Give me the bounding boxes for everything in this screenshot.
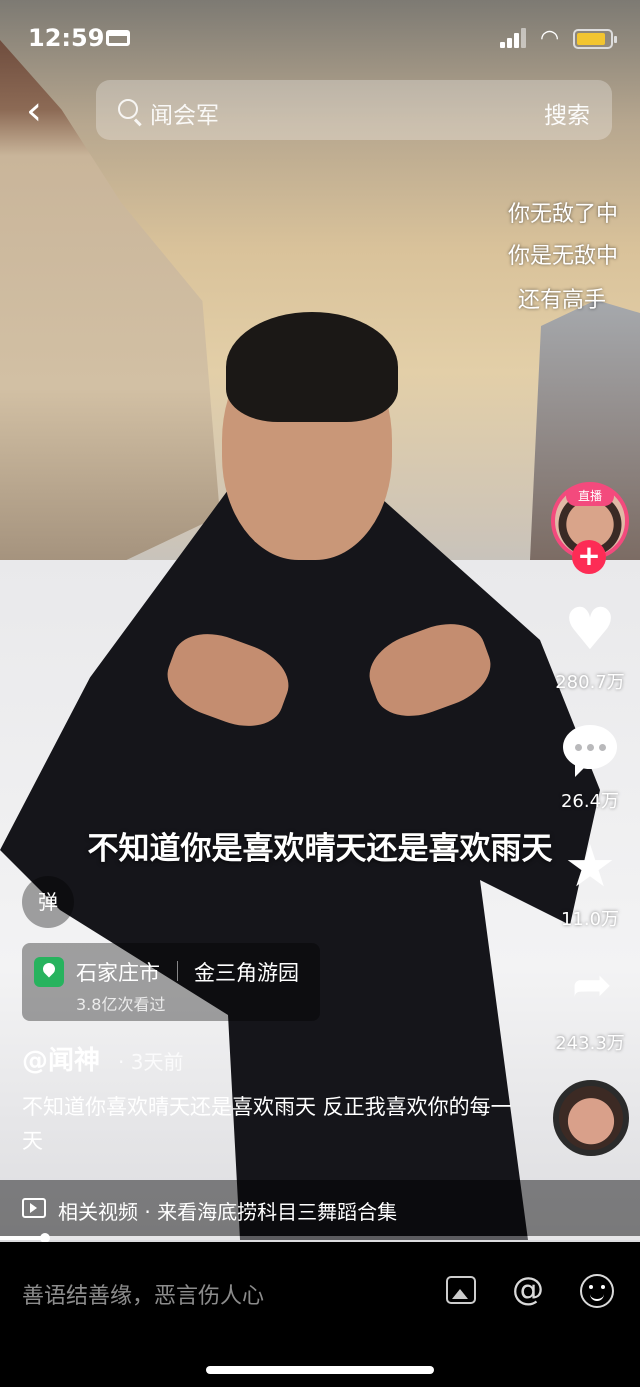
- music-disc[interactable]: [553, 1080, 629, 1156]
- favorite-count: 11.0万: [560, 909, 620, 930]
- video-screen: 12:59 ◠ ‹ 闻会军 搜索 你无敌了中 你是无敌中 还有高手 直播 + ♥…: [0, 0, 640, 1387]
- comment-icon[interactable]: [563, 725, 617, 777]
- danmaku-comment: 还有高手: [518, 288, 607, 313]
- emoji-icon[interactable]: [580, 1274, 614, 1308]
- search-button[interactable]: 搜索: [544, 96, 590, 130]
- related-videos-text: 相关视频 · 来看海底捞科目三舞蹈合集: [58, 1200, 398, 1224]
- signal-icon: [500, 28, 526, 48]
- post-caption: 不知道你喜欢晴天还是喜欢雨天 反正我喜欢你的每一天: [22, 1095, 512, 1153]
- location-pin-icon: [34, 957, 64, 987]
- location-card[interactable]: 石家庄市 金三角游园 3.8亿次看过: [22, 943, 320, 1021]
- divider: [177, 961, 178, 981]
- clock: 12:59: [28, 24, 105, 52]
- comment-count: 26.4万: [560, 791, 620, 812]
- search-icon: [118, 99, 138, 119]
- like-count: 280.7万: [555, 672, 625, 693]
- video-icon: [22, 1198, 46, 1218]
- status-bar: 12:59 ◠: [0, 0, 640, 74]
- heart-icon[interactable]: ♥: [560, 600, 620, 658]
- post-time: · 3天前: [118, 1050, 184, 1074]
- danmaku-comment: 你无敌了中: [508, 202, 619, 227]
- follow-button[interactable]: +: [572, 540, 606, 574]
- share-count: 243.3万: [555, 1033, 625, 1054]
- video-subtitle: 不知道你是喜欢晴天还是喜欢雨天: [87, 831, 553, 867]
- sleep-mode-icon: [106, 30, 130, 46]
- live-badge: 直播: [566, 486, 614, 506]
- related-videos-bar[interactable]: 相关视频 · 来看海底捞科目三舞蹈合集: [0, 1180, 640, 1236]
- comment-input[interactable]: 善语结善缘，恶言伤人心: [22, 1278, 264, 1310]
- danmaku-comment: 你是无敌中: [508, 244, 619, 269]
- home-indicator: [206, 1366, 434, 1374]
- location-views: 3.8亿次看过: [76, 995, 166, 1014]
- wifi-icon: ◠: [540, 26, 560, 51]
- danmaku-toggle-button[interactable]: 弹: [22, 876, 74, 928]
- image-icon[interactable]: [446, 1276, 476, 1304]
- battery-icon: [573, 29, 617, 49]
- at-icon[interactable]: @: [512, 1270, 544, 1308]
- author-name[interactable]: @闻神: [22, 1040, 100, 1077]
- playback-progress[interactable]: [0, 1233, 640, 1243]
- comment-bar: 善语结善缘，恶言伤人心 @: [0, 1242, 640, 1387]
- hair: [226, 312, 398, 422]
- location-city: 石家庄市: [76, 961, 160, 985]
- progress-fill: [0, 1236, 45, 1240]
- location-place: 金三角游园: [194, 961, 299, 985]
- search-bar[interactable]: 闻会军 搜索: [96, 80, 612, 140]
- search-query[interactable]: 闻会军: [150, 96, 219, 130]
- back-icon[interactable]: ‹: [26, 91, 66, 132]
- share-icon[interactable]: ➦: [562, 960, 622, 1010]
